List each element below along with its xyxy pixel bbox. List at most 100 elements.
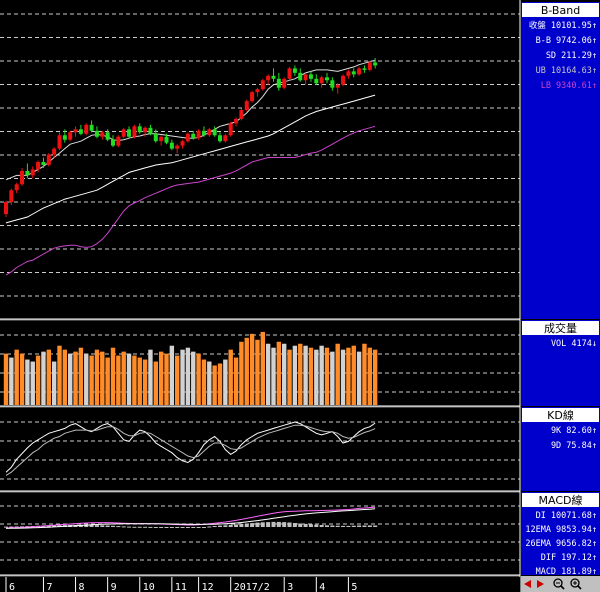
volume-bar <box>212 365 217 405</box>
middle-band-line <box>5 94 376 224</box>
volume-bar <box>217 363 223 405</box>
x-tick-label: 2017/2 <box>234 582 270 592</box>
volume-bar <box>324 347 330 405</box>
osc-bar <box>148 526 153 528</box>
candle-body <box>255 89 260 93</box>
osc-bar <box>282 522 287 527</box>
volume-bar <box>196 353 201 405</box>
volume-bar <box>319 345 324 405</box>
candle-body <box>30 169 35 176</box>
osc-bar <box>244 523 249 527</box>
kd-panel <box>5 421 376 476</box>
candle-body <box>346 71 351 76</box>
osc-bar <box>196 527 201 528</box>
macd-title: MACD線 <box>539 493 583 507</box>
volume-bar <box>265 343 271 405</box>
volume-bar <box>73 351 78 405</box>
volume-bar <box>260 331 265 405</box>
candle-body <box>73 129 78 133</box>
volume-bar <box>191 351 196 405</box>
osc-bar <box>351 525 356 527</box>
volume-bar <box>351 345 356 405</box>
toolbar <box>521 576 600 592</box>
volume-bar <box>14 349 19 405</box>
volume-bar <box>57 345 62 405</box>
x-axis: 6 7 8 9 10 11 12 2017/2 3 4 5 <box>0 577 520 592</box>
candle-body <box>62 135 67 140</box>
volume-bar <box>169 345 175 405</box>
volume-bar <box>298 343 303 405</box>
volume-bar <box>292 345 298 405</box>
macd-indicator-row: MACD 181.89↑ <box>536 567 597 577</box>
candle-body <box>330 80 335 88</box>
bband-title: B-Band <box>541 4 580 17</box>
macd-indicator-row: DIF 197.12↑ <box>541 553 597 563</box>
k-line <box>5 421 376 473</box>
volume-bar <box>137 357 142 405</box>
candle-body <box>105 132 110 140</box>
candle-body <box>164 136 169 143</box>
price-panel <box>4 58 378 276</box>
candle-body <box>121 129 126 137</box>
osc-bar <box>143 526 148 528</box>
candle-body <box>111 139 115 146</box>
volume-panel <box>3 331 378 405</box>
volume-bar <box>276 341 282 405</box>
candle-body <box>314 78 319 84</box>
candle-body <box>228 123 233 136</box>
osc-bar <box>292 523 297 527</box>
volume-bar <box>244 337 249 405</box>
volume-bar <box>239 341 244 405</box>
candle-body <box>319 77 324 84</box>
x-tick-label: 9 <box>111 582 117 592</box>
volume-bar <box>68 353 73 405</box>
volume-bar <box>41 351 46 405</box>
volume-bar <box>233 357 239 405</box>
osc-bar <box>207 526 212 528</box>
candle-body <box>207 129 212 136</box>
volume-bar <box>271 347 276 405</box>
osc-bar <box>94 525 99 527</box>
candle-body <box>41 162 46 165</box>
volume-bar <box>249 333 255 405</box>
volume-bar <box>110 347 116 405</box>
candle-body <box>362 68 367 70</box>
stock-chart: 6 7 8 9 10 11 12 2017/2 3 4 5 B-Band收盤 10101.95↑B-… <box>0 0 600 592</box>
volume-bar <box>100 351 105 405</box>
volume-bar <box>314 349 319 405</box>
candle-body <box>116 136 121 146</box>
osc-bar <box>260 522 265 527</box>
osc-bar <box>169 527 174 528</box>
volume-bar <box>356 351 362 405</box>
volume-bar <box>78 347 84 405</box>
candle-body <box>325 77 329 81</box>
d-line <box>5 424 376 476</box>
kd-indicator-row: 9K 82.60↑ <box>551 426 597 436</box>
volume-bar <box>51 361 57 405</box>
candle-body <box>20 170 25 185</box>
volume-bar <box>335 343 340 405</box>
candle-body <box>341 75 346 85</box>
bband-indicator-row: LB 9340.61↑ <box>541 81 597 91</box>
osc-bar <box>325 525 329 527</box>
candle-body <box>250 92 255 102</box>
osc-bar <box>201 527 206 528</box>
bband-indicator-row: B-B 9742.06↑ <box>536 36 597 46</box>
osc-bar <box>116 526 121 528</box>
osc-bar <box>132 526 137 528</box>
osc-bar <box>185 527 190 528</box>
candle-body <box>303 74 308 81</box>
candle-body <box>14 184 19 191</box>
osc-bar <box>191 527 196 528</box>
osc-bar <box>239 523 244 527</box>
volume-bar <box>84 353 89 405</box>
macd-indicator-row: 12EMA 9853.94↑ <box>525 525 597 535</box>
volume-indicator-row: VOL 4174↓ <box>551 339 597 349</box>
volume-bar <box>372 349 378 405</box>
bband-indicator-row: SD 211.29↑ <box>546 51 597 61</box>
candle-body <box>223 135 228 142</box>
candle-body <box>153 133 158 142</box>
candle-body <box>201 130 206 136</box>
osc-bar <box>335 525 340 527</box>
osc-bar <box>308 524 313 527</box>
